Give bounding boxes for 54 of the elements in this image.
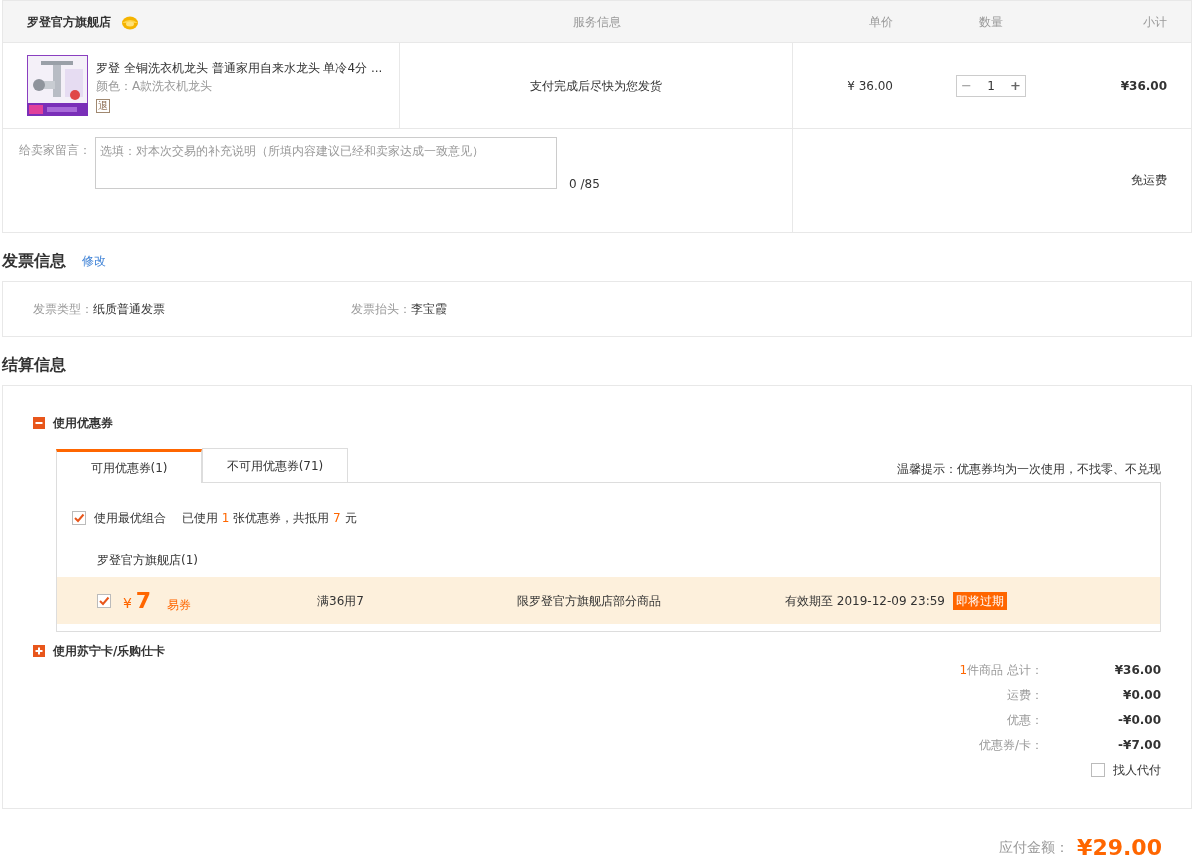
summary-label: 优惠： xyxy=(1006,712,1043,729)
return-badge: 退 xyxy=(96,98,110,113)
total-amount: ¥29.00 xyxy=(1077,834,1162,858)
collapse-icon[interactable] xyxy=(33,417,45,429)
column-header: 单价 xyxy=(868,13,894,31)
column-header: 数量 xyxy=(978,13,1004,31)
summary-label: 优惠券/卡： xyxy=(977,737,1043,754)
summary-label: 1件商品 总计： xyxy=(958,662,1043,679)
unit-price: ¥ 36.00 xyxy=(847,77,893,95)
service-text: 支付完成后尽快为您发货 xyxy=(530,77,662,95)
usage-summary: 已使用 1 张优惠券，共抵用 7 元 xyxy=(182,510,357,527)
expand-icon[interactable] xyxy=(33,645,45,657)
section-toggle-label[interactable]: 使用苏宁卡/乐购仕卡 xyxy=(53,642,166,660)
field-value: 李宝霞 xyxy=(411,301,447,318)
coupon-condition: 满36用7 xyxy=(317,593,364,608)
section-toggle-label[interactable]: 使用优惠券 xyxy=(53,414,113,432)
product-title: 罗登 全铜洗衣机龙头 普通家用自来水龙头 单冷4分 ... xyxy=(96,59,383,77)
field-label: 发票抬头： xyxy=(351,301,411,318)
subtotal: ¥36.00 xyxy=(1120,77,1167,95)
checkbox[interactable] xyxy=(1091,763,1105,777)
coupon-amount: ¥ 7 xyxy=(123,587,152,615)
summary-value: -¥0.00 xyxy=(1117,712,1161,729)
summary-value: ¥0.00 xyxy=(1122,687,1161,704)
summary-value: -¥7.00 xyxy=(1117,737,1161,754)
section-heading: 发票信息 xyxy=(2,250,66,272)
tab[interactable]: 可用优惠券(1) xyxy=(56,449,202,483)
increase-button[interactable]: + xyxy=(1010,79,1021,92)
coupon-validity: 有效期至 2019-12-09 23:59 xyxy=(785,592,945,610)
checkbox[interactable] xyxy=(97,593,111,608)
message-label: 给卖家留言： xyxy=(19,142,91,159)
checkbox[interactable] xyxy=(72,511,86,525)
field-label: 发票类型： xyxy=(33,301,93,318)
char-counter: 0 /85 xyxy=(569,176,600,193)
quantity-value: 1 xyxy=(987,77,995,95)
expiring-badge: 即将过期 xyxy=(952,591,1007,610)
coupon-type: 易券 xyxy=(167,596,192,614)
edit-link[interactable]: 修改 xyxy=(82,252,106,270)
column-header: 服务信息 xyxy=(571,13,622,31)
total-label: 应付金额： xyxy=(999,838,1070,857)
message-field[interactable]: 选填：对本次交易的补充说明（所填内容建议已经和卖家达成一致意见） xyxy=(95,137,557,189)
section-heading: 结算信息 xyxy=(2,354,66,376)
field-value: 纸质普通发票 xyxy=(93,301,165,318)
summary-label: 运费： xyxy=(1006,687,1043,704)
store-group-name: 罗登官方旗舰店(1) xyxy=(97,553,198,567)
checkbox-label[interactable]: 找人代付 xyxy=(1113,761,1161,779)
shipping-note: 免运费 xyxy=(1131,172,1167,189)
checkbox-label[interactable]: 使用最优组合 xyxy=(94,509,166,527)
summary-value: ¥36.00 xyxy=(1113,662,1161,679)
store-name: 罗登官方旗舰店 xyxy=(27,13,111,31)
tab[interactable]: 不可用优惠券(71) xyxy=(202,448,348,482)
coupon-scope: 限罗登官方旗舰店部分商品 xyxy=(517,593,661,608)
tip-text: 温馨提示：优惠券均为一次使用，不找零、不兑现 xyxy=(897,461,1161,478)
column-header: 小计 xyxy=(1142,13,1168,31)
product-variant: 颜色：A款洗衣机龙头 xyxy=(96,77,214,95)
